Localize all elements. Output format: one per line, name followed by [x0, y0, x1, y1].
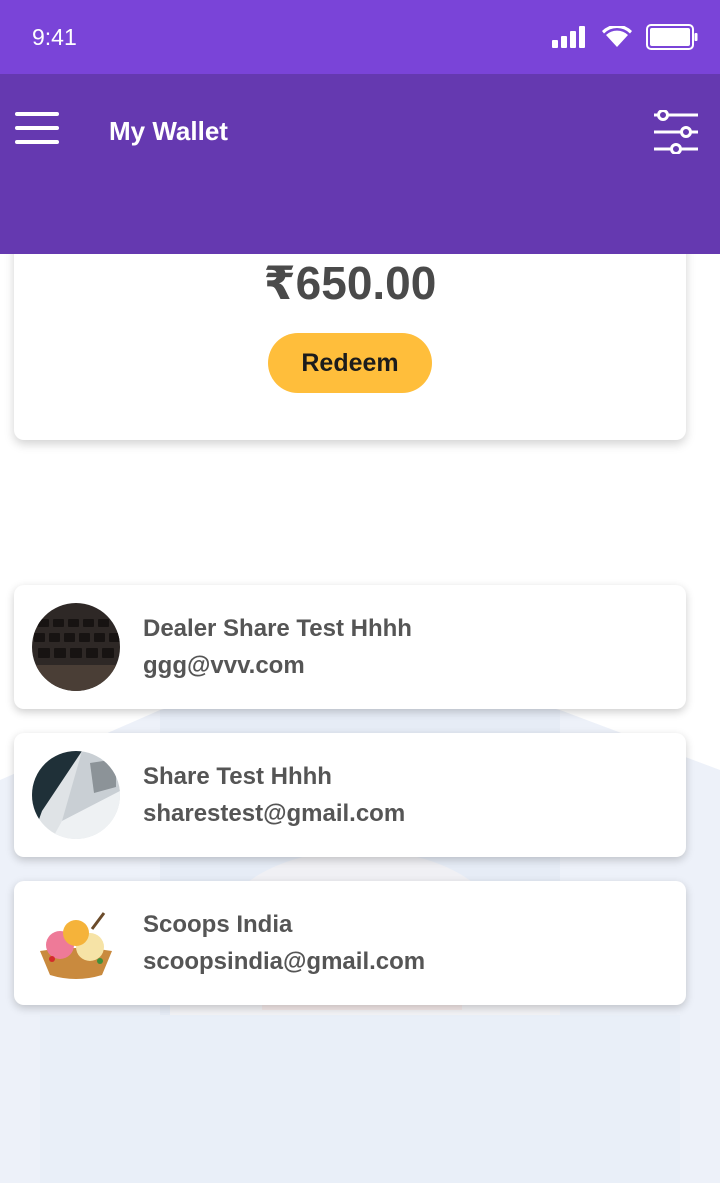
dealer-name: Share Test Hhhh [143, 763, 332, 790]
dealer-card[interactable]: Scoops India scoopsindia@gmail.com [14, 881, 686, 1005]
avatar [32, 751, 120, 839]
avatar [32, 603, 120, 691]
keyboard-photo [32, 603, 120, 691]
laptop-photo [32, 751, 120, 839]
dealer-email: scoopsindia@gmail.com [143, 948, 426, 975]
status-time: 9:41 [32, 24, 77, 50]
filter-icon[interactable] [654, 110, 698, 154]
status-icons [552, 24, 698, 50]
wallet-balance-amount: ₹650.00 [263, 257, 437, 309]
avatar [32, 899, 120, 987]
menu-icon[interactable] [15, 112, 59, 144]
redeem-button[interactable]: Redeem [268, 333, 432, 393]
dealer-name: Scoops India [143, 911, 293, 938]
dealer-card[interactable]: Dealer Share Test Hhhh ggg@vvv.com [14, 585, 686, 709]
app-header: My Wallet [0, 74, 720, 254]
signal-icon [552, 26, 585, 48]
dealer-email: sharestest@gmail.com [143, 800, 406, 827]
dealer-name: Dealer Share Test Hhhh [143, 615, 412, 642]
wifi-icon [602, 26, 632, 47]
ice-cream-photo [32, 899, 120, 987]
page-title: My Wallet [109, 116, 228, 146]
dealer-email: ggg@vvv.com [143, 652, 305, 679]
dealer-card[interactable]: Share Test Hhhh sharestest@gmail.com [14, 733, 686, 857]
status-bar: 9:41 [0, 0, 720, 74]
battery-icon [646, 24, 698, 50]
